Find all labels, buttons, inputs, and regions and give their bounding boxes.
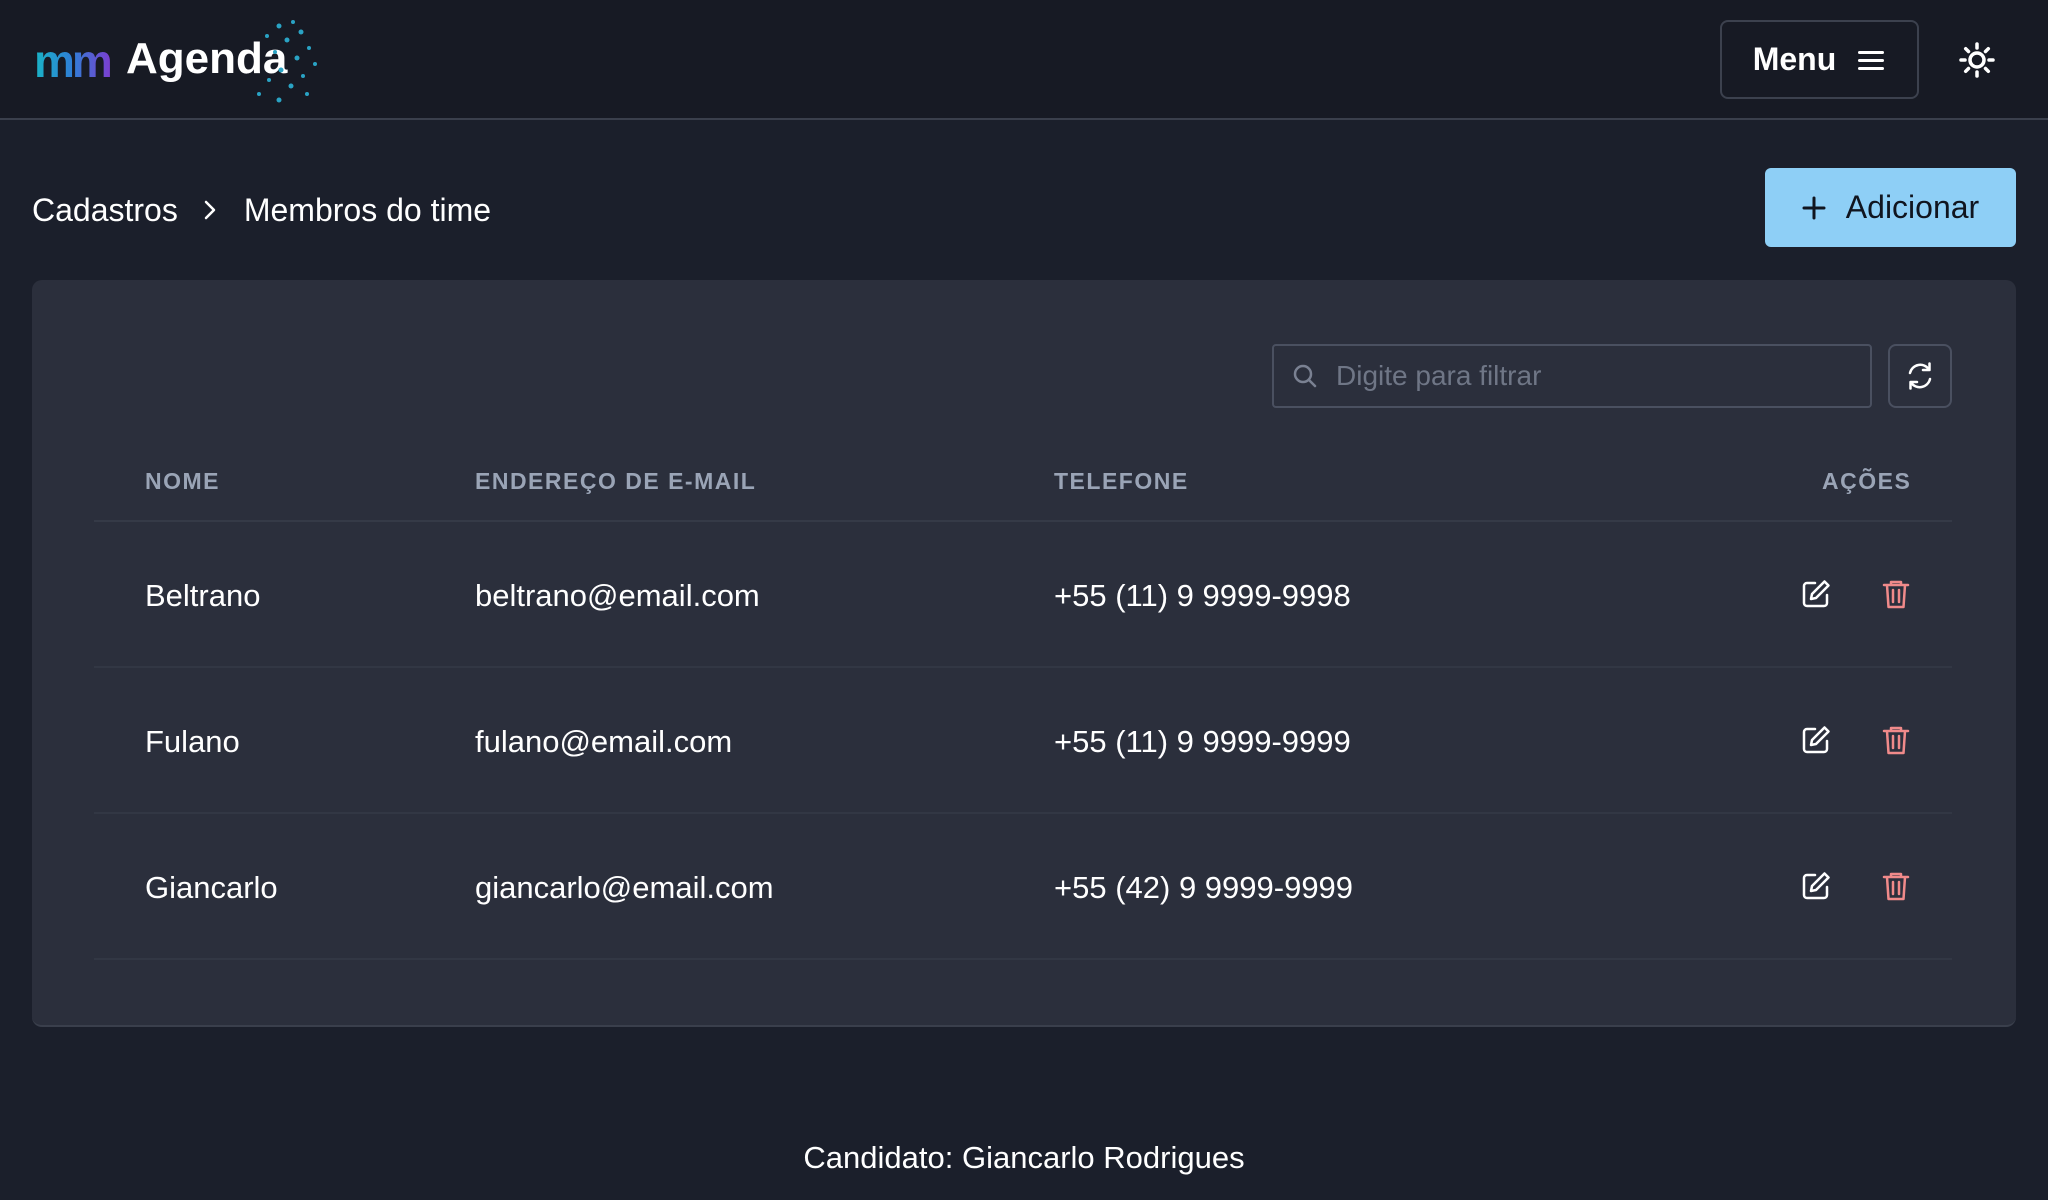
- breadcrumb-current: Membros do time: [243, 191, 492, 228]
- members-table: NOME ENDEREÇO DE E-MAIL TELEFONE AÇÕES B…: [94, 440, 1952, 960]
- plus-icon: [1802, 196, 1826, 219]
- delete-button[interactable]: [1876, 574, 1916, 614]
- column-header-name: NOME: [145, 468, 220, 494]
- column-header-email: ENDEREÇO DE E-MAIL: [475, 468, 757, 494]
- refresh-button[interactable]: [1888, 344, 1952, 408]
- hamburger-icon: [1858, 50, 1885, 70]
- table-row: Beltrano beltrano@email.com +55 (11) 9 9…: [94, 522, 1952, 668]
- edit-button[interactable]: [1796, 866, 1836, 906]
- table-row: Fulano fulano@email.com +55 (11) 9 9999-…: [94, 668, 1952, 814]
- theme-toggle-button[interactable]: [1955, 38, 1999, 82]
- cell-phone: +55 (42) 9 9999-9999: [1054, 870, 1354, 905]
- members-card: NOME ENDEREÇO DE E-MAIL TELEFONE AÇÕES B…: [32, 280, 2016, 1027]
- breadcrumb-parent[interactable]: Cadastros: [32, 192, 178, 229]
- cell-phone: +55 (11) 9 9999-9999: [1054, 724, 1351, 759]
- edit-button[interactable]: [1796, 574, 1836, 614]
- cell-name: Beltrano: [145, 578, 261, 613]
- edit-icon: [1802, 580, 1830, 608]
- search-icon: [1292, 363, 1318, 389]
- app-logo[interactable]: mm Agenda: [34, 18, 334, 104]
- delete-button[interactable]: [1876, 866, 1916, 906]
- sun-icon: [1959, 42, 1995, 78]
- cell-phone: +55 (11) 9 9999-9998: [1054, 578, 1351, 613]
- table-row: Giancarlo giancarlo@email.com +55 (42) 9…: [94, 814, 1952, 960]
- cell-email: beltrano@email.com: [475, 578, 760, 613]
- top-navbar: mm Agenda Menu: [0, 0, 2048, 120]
- menu-button[interactable]: Menu: [1720, 20, 1919, 99]
- column-header-phone: TELEFONE: [1054, 468, 1189, 494]
- add-member-button[interactable]: Adicionar: [1765, 168, 2016, 247]
- logo-dots-icon: [257, 20, 317, 103]
- search-input[interactable]: [1336, 346, 1870, 406]
- cell-name: Giancarlo: [145, 870, 278, 905]
- edit-icon: [1802, 726, 1830, 754]
- add-button-label: Adicionar: [1845, 189, 1980, 225]
- logo-mm: mm: [34, 35, 113, 87]
- cell-email: giancarlo@email.com: [475, 870, 774, 905]
- breadcrumb: Cadastros Membros do time: [32, 186, 491, 234]
- footer-text: Candidato: Giancarlo Rodrigues: [803, 1140, 1245, 1175]
- chevron-right-icon: [202, 199, 218, 221]
- cell-email: fulano@email.com: [475, 724, 733, 759]
- trash-icon: [1882, 872, 1910, 901]
- column-header-actions: AÇÕES: [1822, 468, 1912, 494]
- trash-icon: [1882, 726, 1910, 755]
- edit-button[interactable]: [1796, 720, 1836, 760]
- cell-name: Fulano: [145, 724, 240, 759]
- refresh-icon: [1908, 362, 1932, 390]
- search-field: [1272, 344, 1872, 408]
- trash-icon: [1882, 580, 1910, 609]
- table-header: NOME ENDEREÇO DE E-MAIL TELEFONE AÇÕES: [94, 440, 1952, 522]
- menu-label: Menu: [1752, 41, 1837, 77]
- delete-button[interactable]: [1876, 720, 1916, 760]
- edit-icon: [1802, 872, 1830, 900]
